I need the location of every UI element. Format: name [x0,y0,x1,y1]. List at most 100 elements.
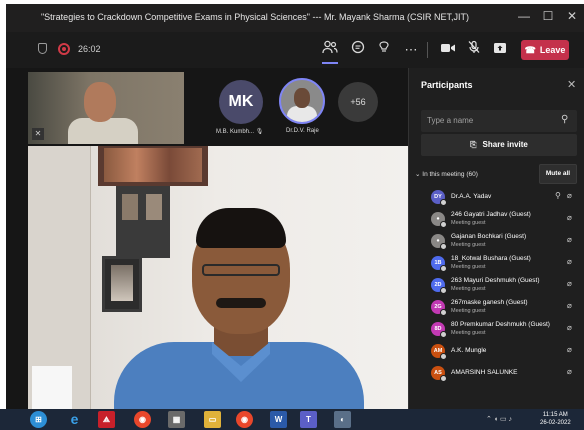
participant-avatar: ● [431,212,447,228]
participant-avatar: 1B [431,256,447,272]
close-panel-icon[interactable]: ✕ [567,78,576,91]
pin-icon[interactable]: ⚲ [555,191,561,200]
participant-name: AMARSINH SALUNKE [451,369,518,376]
participant-row[interactable]: 8D 80 Premkumar Deshmukh (Guest) Meeting g… [409,318,584,340]
avatar-dv-raje[interactable] [279,78,325,124]
video-wall-poster-top [98,146,208,186]
participant-row[interactable]: 2G 267maske ganesh (Guest) Meeting guest ⌀ [409,296,584,318]
search-placeholder: Type a name [427,116,474,125]
mic-off-small-icon: 🎙 [255,129,264,135]
acrobat-icon[interactable]: ⟁ [98,411,115,428]
participant-row[interactable]: 1B 18_Kotwal Bushara (Guest) Meeting guest… [409,252,584,274]
poster-middle-left [122,194,138,220]
chrome-window-icon[interactable]: ◉ [236,411,253,428]
meeting-section-header[interactable]: ⌄ In this meeting (60) [415,170,478,178]
participant-row[interactable]: ● Gajanan Bochkari (Guest) Meeting guest ⌀ [409,230,584,252]
mic-off-icon[interactable]: ⌀ [567,191,572,200]
toolbar-divider [427,42,428,58]
participant-row[interactable]: 2D 263 Mayuri Deshmukh (Guest) Meeting gue… [409,274,584,296]
mic-off-icon[interactable]: ⌀ [567,345,572,354]
reactions-icon[interactable] [374,40,394,60]
participant-name: 263 Mayuri Deshmukh (Guest) [451,277,540,284]
leave-button[interactable]: ☎ Leave [521,40,569,60]
mic-off-icon[interactable]: ⌀ [567,279,572,288]
participant-row[interactable]: DY Dr.A.A. Yadav ⚲ ⌀ [409,186,584,208]
participant-list: DY Dr.A.A. Yadav ⚲ ⌀ ● 246 Gayatri Jadhav (Gu… [409,186,584,384]
participant-avatar: AS [431,366,447,382]
mic-muted-icon: ✕ [32,128,44,140]
video-stage: ✕ MK M.B. Kumbh... 🎙 Dr.D.V. Raje +56 ✦ [6,68,408,430]
teams-window: "Strategies to Crackdown Competitive Exa… [6,4,584,430]
presence-status-icon [440,265,447,272]
mic-off-icon[interactable]: ⌀ [567,257,572,266]
participant-name: A.K. Mungle [451,347,487,354]
share-link-icon: ⎘ [470,140,477,149]
start-button[interactable]: ⊞ [30,411,47,428]
participant-row[interactable]: AM A.K. Mungle ⌀ [409,340,584,362]
search-icon: ⚲ [561,114,569,125]
mic-off-icon[interactable] [464,40,484,60]
presence-status-icon [440,199,447,206]
participant-row[interactable]: ● 246 Gayatri Jadhav (Guest) Meeting guest… [409,208,584,230]
more-icon[interactable]: ⋯ [401,40,421,60]
presence-status-icon [440,287,447,294]
avatar-mk[interactable]: MK [219,80,263,124]
windows-taskbar: ⊞ e ⟁ ◉ ▦ ▭ ◉ W T ◐ ⌃ ◖ ▭ ♪ 11:15 AM 26-… [0,409,584,430]
video-wall-poster-middle [116,186,170,258]
teams-icon[interactable]: T [300,411,317,428]
file-explorer-icon[interactable]: ▭ [204,411,221,428]
participant-role: Meeting guest [451,264,486,270]
thumbnail-person-face [84,82,116,122]
word-icon[interactable]: W [270,411,287,428]
presence-status-icon [440,243,447,250]
mute-all-button[interactable]: Mute all [539,164,577,184]
taskbar-clock[interactable]: 11:15 AM 26-02-2022 [540,411,571,427]
participants-icon[interactable] [320,40,340,60]
shield-icon [38,43,47,54]
maximize-button[interactable]: ☐ [538,9,558,23]
calculator-icon[interactable]: ▦ [168,411,185,428]
avatar1-name: M.B. Kumbh... 🎙 [216,128,263,135]
share-icon[interactable] [490,40,510,60]
share-invite-button[interactable]: ⎘ Share invite [421,134,577,156]
presence-status-icon [440,375,447,382]
taskbar-time: 11:15 AM [542,412,568,418]
participant-name: 80 Premkumar Deshmukh (Guest) [451,321,550,328]
more-participants-bubble[interactable]: +56 [338,82,378,122]
participant-avatar: DY [431,190,447,206]
mic-off-icon[interactable]: ⌀ [567,301,572,310]
system-tray-icons[interactable]: ⌃ ◖ ▭ ♪ [486,415,512,423]
share-invite-label: Share invite [482,140,528,149]
participant-name: Dr.A.A. Yadav [451,193,492,200]
chat-icon[interactable] [348,40,368,60]
camera-icon[interactable] [438,40,458,60]
mic-off-icon[interactable]: ⌀ [567,323,572,332]
speaker-moustache [216,298,266,308]
participant-avatar: AM [431,344,447,360]
mic-off-icon[interactable]: ⌀ [567,235,572,244]
speaker-glasses [202,264,280,276]
main-speaker-video[interactable]: ✦ [28,146,408,430]
participant-row[interactable]: AS AMARSINH SALUNKE ⌀ [409,362,584,384]
search-input[interactable]: Type a name ⚲ [421,110,577,132]
participant-avatar: ● [431,234,447,250]
mic-off-icon[interactable]: ⌀ [567,213,572,222]
close-window-button[interactable]: ✕ [562,9,582,23]
chrome-icon[interactable]: ◉ [134,411,151,428]
presence-status-icon [440,221,447,228]
participant-name: Gajanan Bochkari (Guest) [451,233,527,240]
participant-video-thumbnail[interactable]: ✕ [28,72,184,144]
participant-role: Meeting guest [451,242,486,248]
participant-name: 246 Gayatri Jadhav (Guest) [451,211,531,218]
internet-explorer-icon[interactable]: e [66,411,83,428]
participant-role: Meeting guest [451,308,486,314]
meeting-timer: 26:02 [78,44,101,54]
mic-off-icon[interactable]: ⌀ [567,367,572,376]
portrait-image [111,265,133,301]
presence-status-icon [440,331,447,338]
media-app-icon[interactable]: ◐ [334,411,351,428]
minimize-button[interactable]: — [514,9,534,23]
participant-role: Meeting guest [451,330,486,336]
video-wall-portrait [102,256,142,312]
presence-status-icon [440,353,447,360]
